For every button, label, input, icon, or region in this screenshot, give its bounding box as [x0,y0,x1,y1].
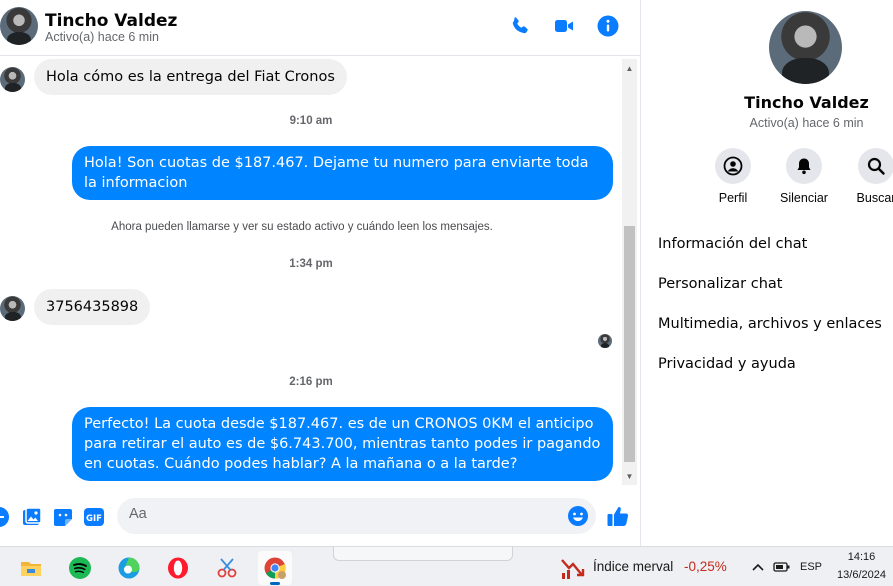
spotify-icon[interactable] [63,551,97,585]
messenger-window: Tincho Valdez Activo(a) hace 6 min Hola … [0,0,893,586]
windows-taskbar: Índice merval -0,25% ESP 14:16 13/6/2024 [0,546,893,586]
menu-customize-chat[interactable]: Personalizar chat [658,276,782,292]
message-list[interactable]: Hola cómo es la entrega del Fiat Cronos … [0,57,622,485]
chevron-up-icon[interactable] [750,559,766,575]
battery-plug-icon[interactable] [773,559,791,575]
image-icon[interactable] [21,506,43,528]
edge-icon[interactable] [112,551,146,585]
search-button[interactable]: Buscar [840,148,893,205]
like-icon[interactable] [606,504,629,526]
message-incoming[interactable]: Hola cómo es la entrega del Fiat Cronos [34,59,347,95]
timestamp: 9:10 am [289,115,333,127]
clock-time[interactable]: 14:16 [830,551,893,563]
search-icon [858,148,893,184]
snipping-tool-icon[interactable] [210,551,244,585]
sender-avatar [0,296,25,321]
svg-text:GIF: GIF [86,514,102,524]
scroll-down-arrow-icon[interactable]: ▼ [622,469,637,484]
emoji-icon[interactable] [567,505,589,527]
scrollbar[interactable]: ▲ ▼ [622,59,637,485]
widget-value: -0,25% [684,559,727,574]
mute-label: Silenciar [780,191,828,205]
plus-circle-icon[interactable] [0,506,10,528]
menu-media-files-links[interactable]: Multimedia, archivos y enlaces [658,316,882,332]
message-incoming[interactable]: 3756435898 [34,289,151,325]
sender-avatar [0,67,25,92]
seen-indicator-avatar [598,334,612,348]
gif-icon[interactable]: GIF [83,506,105,528]
info-icon[interactable] [596,14,622,40]
conversation-details-panel: Tincho Valdez Activo(a) hace 6 min Perfi… [640,0,893,546]
panel-contact-name: Tincho Valdez [744,93,869,112]
clock-date[interactable]: 13/6/2024 [830,569,893,581]
system-notice: Ahora pueden llamarse y ver su estado ac… [111,221,493,233]
scrollbar-thumb[interactable] [624,226,635,462]
message-input-box[interactable] [117,498,596,534]
phone-icon[interactable] [508,14,534,40]
timestamp: 2:16 pm [289,376,333,388]
panel-avatar[interactable] [769,11,842,84]
widget-label[interactable]: Índice merval [593,559,673,574]
opera-icon[interactable] [161,551,195,585]
video-camera-icon[interactable] [552,14,578,40]
contact-name[interactable]: Tincho Valdez [45,11,177,31]
message-outgoing[interactable]: Perfecto! La cuota desde $187.467. es de… [72,407,613,481]
language-indicator[interactable]: ESP [800,561,822,573]
panel-contact-status: Activo(a) hace 6 min [749,116,864,130]
profile-button[interactable]: Perfil [697,148,769,205]
chrome-icon[interactable] [258,551,292,585]
message-input[interactable] [129,506,559,522]
scroll-up-arrow-icon[interactable]: ▲ [622,61,637,76]
contact-avatar[interactable] [0,7,38,45]
bell-icon [786,148,822,184]
menu-privacy-support[interactable]: Privacidad y ayuda [658,356,796,372]
message-outgoing[interactable]: Hola! Son cuotas de $187.467. Dejame tu … [72,146,613,200]
stock-down-icon[interactable] [560,556,586,580]
sticker-icon[interactable] [52,506,74,528]
search-label: Buscar [856,191,893,205]
file-explorer-icon[interactable] [14,551,48,585]
menu-chat-info[interactable]: Información del chat [658,236,807,252]
composer: GIF [0,486,640,546]
chat-header: Tincho Valdez Activo(a) hace 6 min [0,0,640,56]
profile-icon [715,148,751,184]
profile-label: Perfil [718,191,748,205]
mute-button[interactable]: Silenciar [768,148,840,205]
timestamp: 1:34 pm [289,258,333,270]
contact-status: Activo(a) hace 6 min [45,30,159,44]
taskbar-search-edge [333,547,513,561]
